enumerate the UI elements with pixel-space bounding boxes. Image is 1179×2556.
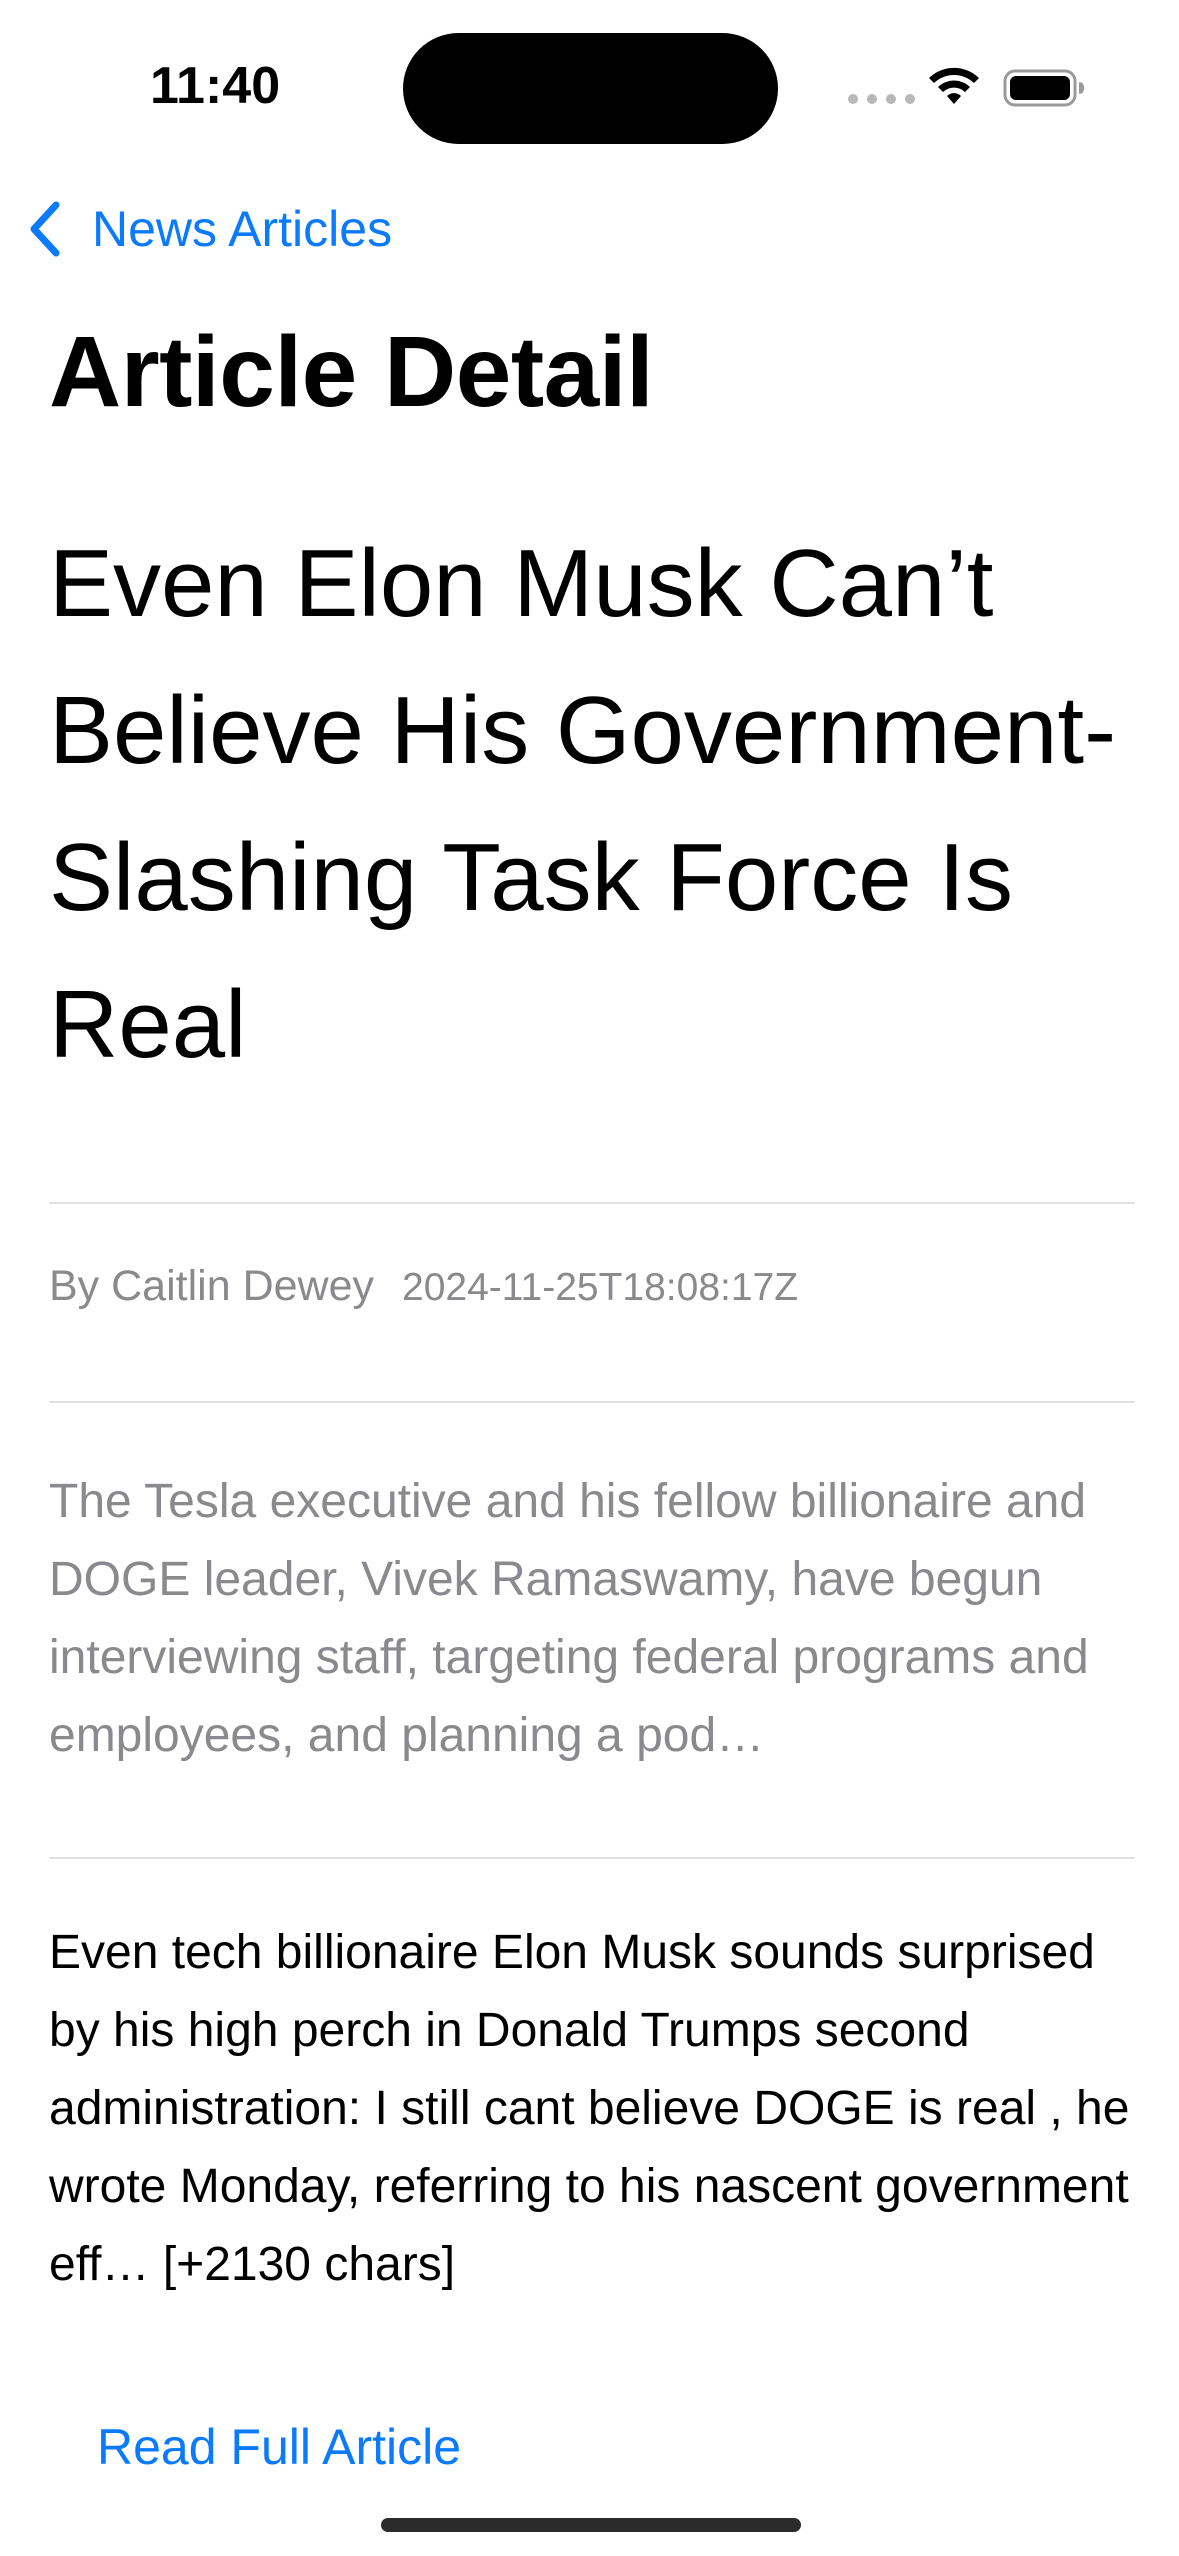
divider <box>49 1857 1135 1859</box>
page-title: Article Detail <box>49 316 654 428</box>
divider <box>49 1401 1135 1403</box>
back-button-label: News Articles <box>92 201 393 257</box>
article-author: By Caitlin Dewey <box>49 1262 374 1310</box>
wifi-icon <box>929 67 979 104</box>
battery-icon <box>1003 69 1084 107</box>
article-summary: The Tesla executive and his fellow billi… <box>49 1475 1089 1762</box>
cellular-signal-icon <box>848 94 915 104</box>
article-content: Even tech billionaire Elon Musk sounds s… <box>49 1926 1130 2291</box>
status-time: 11:40 <box>150 57 281 115</box>
home-indicator[interactable] <box>381 2518 801 2532</box>
status-bar: 11:40 <box>0 0 1179 150</box>
byline-row: By Caitlin Dewey 2024-11-25T18:08:17Z <box>49 1262 798 1311</box>
chevron-left-icon <box>30 201 60 257</box>
read-full-article-button[interactable]: Read Full Article <box>97 2418 461 2476</box>
article-date: 2024-11-25T18:08:17Z <box>402 1266 799 1309</box>
back-button[interactable]: News Articles <box>26 194 392 264</box>
dynamic-island <box>403 33 778 144</box>
article-headline: Even Elon Musk Can’t Believe His Governm… <box>49 530 1117 1078</box>
divider <box>49 1202 1135 1204</box>
